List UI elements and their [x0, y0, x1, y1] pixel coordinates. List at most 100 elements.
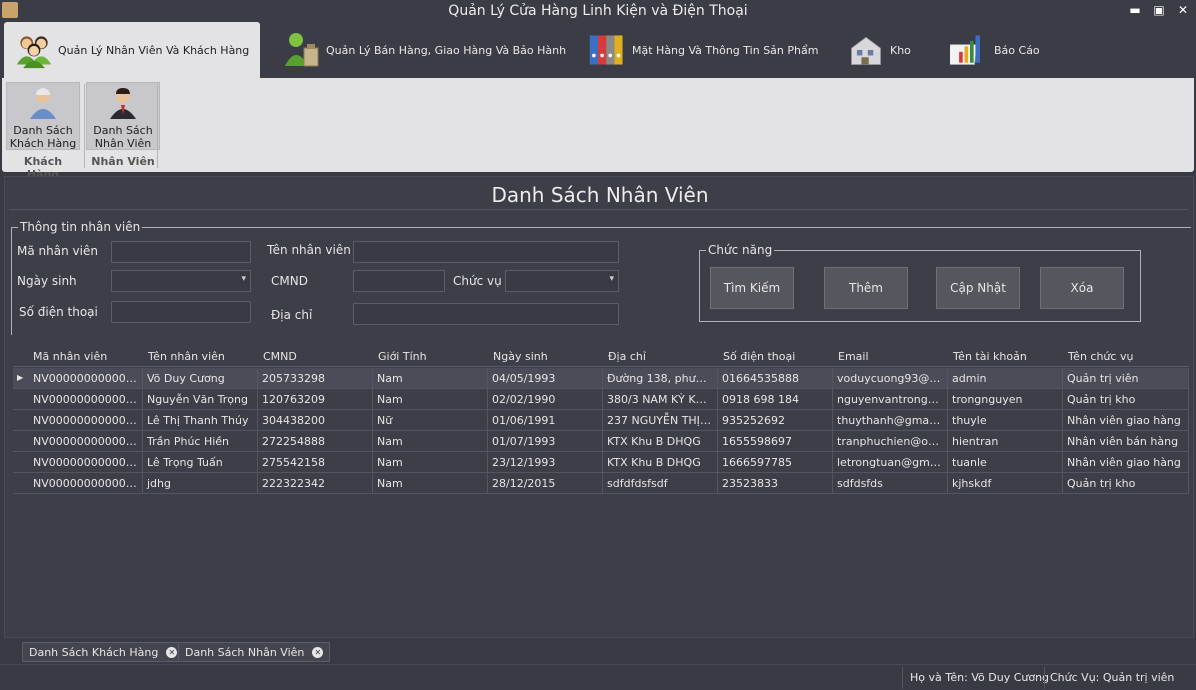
table-row[interactable]: ▶ NV0000000000001 Võ Duy Cương 205733298 Nam… [13, 368, 1189, 389]
customer-list-button[interactable]: Danh Sách Khách Hàng [6, 82, 80, 150]
table-row[interactable]: NV0000000000025 jdhg 222322342 Nam 28/12/201… [13, 473, 1189, 494]
table-cell[interactable]: Nam [373, 473, 488, 494]
table-cell[interactable]: Nhân viên giao hàng [1063, 410, 1189, 431]
table-cell[interactable]: 01664535888 [718, 368, 833, 389]
table-cell[interactable]: 222322342 [258, 473, 373, 494]
table-row[interactable]: NV0000000000002 Nguyễn Văn Trọng 120763209… [13, 389, 1189, 410]
cmnd-field[interactable] [353, 270, 445, 292]
minimize-icon[interactable]: ▬ [1128, 3, 1142, 17]
delete-button[interactable]: Xóa [1040, 267, 1124, 309]
dia-chi-field[interactable] [353, 303, 619, 325]
column-header[interactable]: Giới Tính [378, 350, 427, 363]
table-row[interactable]: NV0000000000003 Lê Thị Thanh Thúy 30443820… [13, 410, 1189, 431]
table-cell[interactable]: sdfdsfds [833, 473, 948, 494]
table-cell[interactable]: thuyle [948, 410, 1063, 431]
table-cell[interactable]: Nam [373, 431, 488, 452]
table-cell[interactable]: KTX Khu B DHQG [603, 431, 718, 452]
ngay-sinh-picker[interactable] [111, 270, 251, 292]
tab-warehouse[interactable]: Kho [846, 22, 936, 78]
table-cell[interactable]: Nguyễn Văn Trọng [143, 389, 258, 410]
table-cell[interactable]: NV0000000000005 [13, 452, 143, 473]
table-cell[interactable]: hientran [948, 431, 1063, 452]
column-header[interactable]: Số điện thoại [723, 350, 795, 363]
close-icon[interactable]: ✕ [1176, 3, 1190, 17]
add-button[interactable]: Thêm [824, 267, 908, 309]
table-cell[interactable]: nguyenvantrong93... [833, 389, 948, 410]
table-cell[interactable]: letrongtuan@gmai... [833, 452, 948, 473]
ten-nv-field[interactable] [353, 241, 619, 263]
table-cell[interactable]: Nam [373, 452, 488, 473]
table-cell[interactable]: tuanle [948, 452, 1063, 473]
tab-report[interactable]: Báo Cáo [950, 22, 1060, 78]
table-cell[interactable]: Quản trị kho [1063, 473, 1189, 494]
doc-tab-employees[interactable]: Danh Sách Nhân Viên ✕ [178, 642, 331, 662]
table-cell[interactable]: Quản trị viên [1063, 368, 1189, 389]
table-row[interactable]: NV0000000000004 Trần Phúc Hiền 272254888 Na… [13, 431, 1189, 452]
table-cell[interactable]: 04/05/1993 [488, 368, 603, 389]
column-header[interactable]: Email [838, 350, 869, 363]
table-cell[interactable]: NV0000000000001 [13, 368, 143, 389]
table-row[interactable]: NV0000000000005 Lê Trọng Tuấn 275542158 Nam… [13, 452, 1189, 473]
table-cell[interactable]: admin [948, 368, 1063, 389]
table-cell[interactable]: 205733298 [258, 368, 373, 389]
tab-employee-customer[interactable]: Quản Lý Nhân Viên Và Khách Hàng [4, 22, 260, 78]
update-button[interactable]: Cập Nhật [936, 267, 1020, 309]
column-header[interactable]: Tên tài khoản [953, 350, 1027, 363]
table-cell[interactable]: Lê Trọng Tuấn [143, 452, 258, 473]
sdt-field[interactable] [111, 301, 251, 323]
table-cell[interactable]: 23/12/1993 [488, 452, 603, 473]
table-cell[interactable]: 0918 698 184 [718, 389, 833, 410]
column-header[interactable]: Tên nhân viên [148, 350, 225, 363]
table-cell[interactable]: sdfdfdsfsdf [603, 473, 718, 494]
table-cell[interactable]: Võ Duy Cương [143, 368, 258, 389]
table-cell[interactable]: tranphuchien@ou... [833, 431, 948, 452]
table-cell[interactable]: 1655598697 [718, 431, 833, 452]
table-cell[interactable]: Nam [373, 389, 488, 410]
ma-nv-field[interactable] [111, 241, 251, 263]
column-header[interactable]: Tên chức vụ [1068, 350, 1133, 363]
chuc-vu-select[interactable] [505, 270, 619, 292]
close-tab-icon[interactable]: ✕ [166, 646, 178, 658]
table-cell[interactable]: 1666597785 [718, 452, 833, 473]
table-cell[interactable]: NV0000000000002 [13, 389, 143, 410]
table-cell[interactable]: Nữ [373, 410, 488, 431]
table-cell[interactable]: Đường 138, phườn... [603, 368, 718, 389]
table-cell[interactable]: Quản trị kho [1063, 389, 1189, 410]
table-cell[interactable]: 380/3 NAM KỲ KHỞ... [603, 389, 718, 410]
table-cell[interactable]: 28/12/2015 [488, 473, 603, 494]
table-cell[interactable]: 120763209 [258, 389, 373, 410]
table-cell[interactable]: 935252692 [718, 410, 833, 431]
table-cell[interactable]: Nam [373, 368, 488, 389]
search-button[interactable]: Tìm Kiếm [710, 267, 794, 309]
table-cell[interactable]: 01/06/1991 [488, 410, 603, 431]
table-cell[interactable]: Lê Thị Thanh Thúy [143, 410, 258, 431]
table-cell[interactable]: voduycuong93@g... [833, 368, 948, 389]
column-header[interactable]: Mã nhân viên [33, 350, 107, 363]
column-header[interactable]: CMND [263, 350, 297, 363]
table-cell[interactable]: NV0000000000004 [13, 431, 143, 452]
table-cell[interactable]: 237 NGUYỄN THỊ M... [603, 410, 718, 431]
table-cell[interactable]: trongnguyen [948, 389, 1063, 410]
table-cell[interactable]: 304438200 [258, 410, 373, 431]
column-header[interactable]: Ngày sinh [493, 350, 548, 363]
table-cell[interactable]: kjhskdf [948, 473, 1063, 494]
table-cell[interactable]: 02/02/1990 [488, 389, 603, 410]
table-cell[interactable]: NV0000000000025 [13, 473, 143, 494]
column-header[interactable]: Địa chỉ [608, 350, 646, 363]
table-cell[interactable]: 272254888 [258, 431, 373, 452]
tab-sales[interactable]: Quản Lý Bán Hàng, Giao Hàng Và Bảo Hành [282, 22, 572, 78]
table-cell[interactable]: 23523833 [718, 473, 833, 494]
close-tab-icon[interactable]: ✕ [312, 646, 324, 658]
table-cell[interactable]: Nhân viên giao hàng [1063, 452, 1189, 473]
table-cell[interactable]: jdhg [143, 473, 258, 494]
tab-products[interactable]: Mặt Hàng Và Thông Tin Sản Phẩm [588, 22, 828, 78]
table-cell[interactable]: NV0000000000003 [13, 410, 143, 431]
table-cell[interactable]: 01/07/1993 [488, 431, 603, 452]
table-cell[interactable]: KTX Khu B DHQG [603, 452, 718, 473]
table-cell[interactable]: Nhân viên bán hàng [1063, 431, 1189, 452]
employee-list-button[interactable]: Danh Sách Nhân Viên [86, 82, 160, 150]
maximize-icon[interactable]: ▣ [1152, 3, 1166, 17]
table-cell[interactable]: Trần Phúc Hiền [143, 431, 258, 452]
doc-tab-customers[interactable]: Danh Sách Khách Hàng ✕ [22, 642, 185, 662]
table-cell[interactable]: 275542158 [258, 452, 373, 473]
